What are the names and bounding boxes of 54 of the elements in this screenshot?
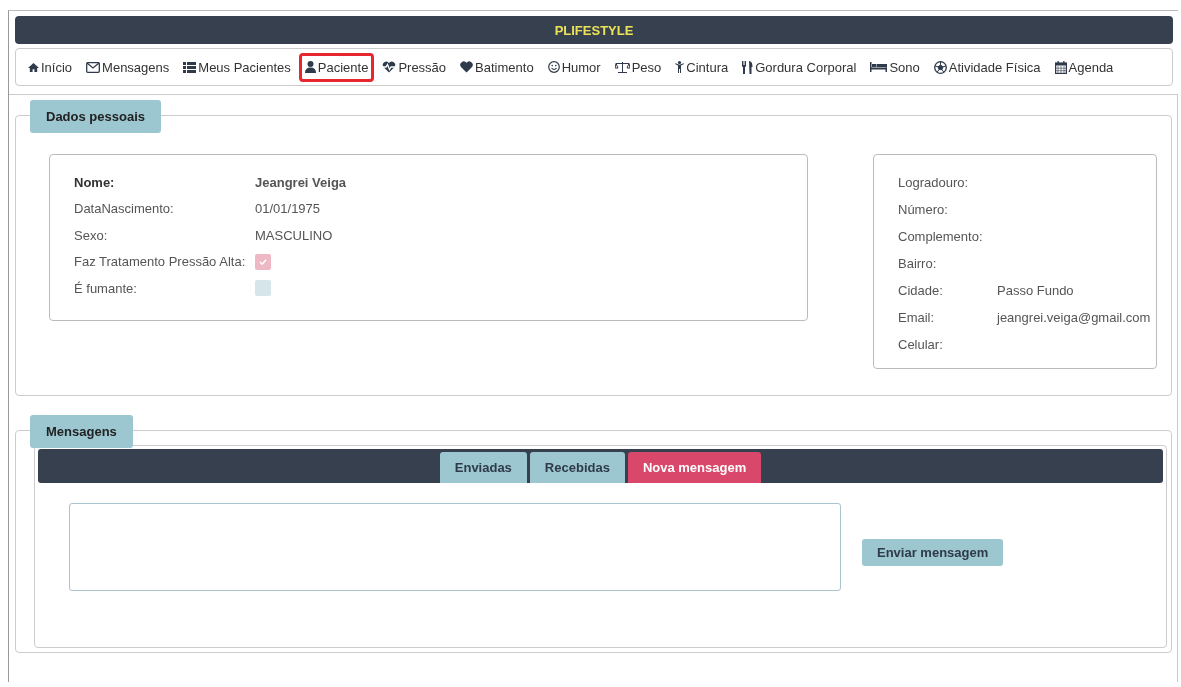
nav-link[interactable]: Cintura [669, 52, 735, 82]
nav-link[interactable]: Início [22, 52, 79, 82]
field-label: Logradouro: [898, 175, 970, 190]
checkbox[interactable] [255, 280, 271, 297]
section-legend: Mensagens [30, 415, 133, 448]
field-value: 01/01/1975 [255, 201, 321, 217]
message-field[interactable] [69, 503, 841, 591]
tab[interactable]: Enviadas [439, 452, 527, 483]
field-label: Sexo: [74, 227, 109, 243]
send-button[interactable]: Enviar mensagem [862, 539, 1004, 566]
nav-link[interactable]: Meus Pacientes [177, 52, 297, 82]
balance-scale-icon [614, 61, 630, 73]
calendar-icon [1054, 60, 1067, 74]
nav-link[interactable]: Mensagens [80, 52, 176, 82]
smiley-icon [547, 61, 560, 73]
field-label: Faz Tratamento Pressão Alta: [74, 254, 247, 270]
nav-link[interactable]: Paciente [298, 52, 375, 82]
checkbox[interactable] [255, 253, 271, 270]
field-label: Email: [898, 310, 936, 325]
nav-link[interactable]: Pressão [376, 52, 453, 82]
user-icon [304, 61, 316, 73]
field-label: Nome: [74, 174, 116, 190]
field-value: jeangrei.veiga@gmail.com [997, 310, 1151, 325]
field-value: Jeangrei Veiga [255, 174, 347, 190]
nav-link[interactable]: Atividade Física [927, 52, 1047, 82]
cutlery-icon [742, 60, 754, 74]
nav-link[interactable]: Gordura Corporal [736, 52, 863, 82]
field-label: DataNascimento: [74, 201, 175, 217]
envelope-icon [86, 61, 101, 73]
field-value: MASCULINO [255, 227, 333, 243]
tab[interactable]: Nova mensagem [627, 452, 762, 483]
person-icon [675, 61, 685, 73]
nav-link[interactable]: Agenda [1048, 52, 1120, 82]
nav-link[interactable]: Humor [541, 52, 607, 82]
nav-link[interactable]: Sono [864, 52, 926, 82]
heart-icon [460, 61, 474, 73]
section-legend: Dados pessoais [30, 100, 161, 133]
field-label: Bairro: [898, 256, 938, 271]
nav-link[interactable]: Peso [608, 52, 668, 82]
field-label: Complemento: [898, 229, 984, 244]
list-icon [183, 61, 197, 73]
field-label: Número: [898, 202, 949, 217]
soccer-ball-icon [933, 60, 947, 74]
app-title: PLIFESTYLE [554, 22, 634, 38]
bed-icon [870, 62, 888, 72]
nav-link[interactable]: Batimento [454, 52, 540, 82]
field-value: Passo Fundo [997, 283, 1074, 298]
tab[interactable]: Recebidas [529, 452, 625, 483]
home-icon [28, 61, 39, 73]
field-label: Celular: [898, 337, 944, 352]
heartbeat-icon [382, 61, 397, 73]
field-label: É fumante: [74, 280, 138, 296]
field-label: Cidade: [898, 283, 944, 298]
check-icon [258, 256, 268, 267]
